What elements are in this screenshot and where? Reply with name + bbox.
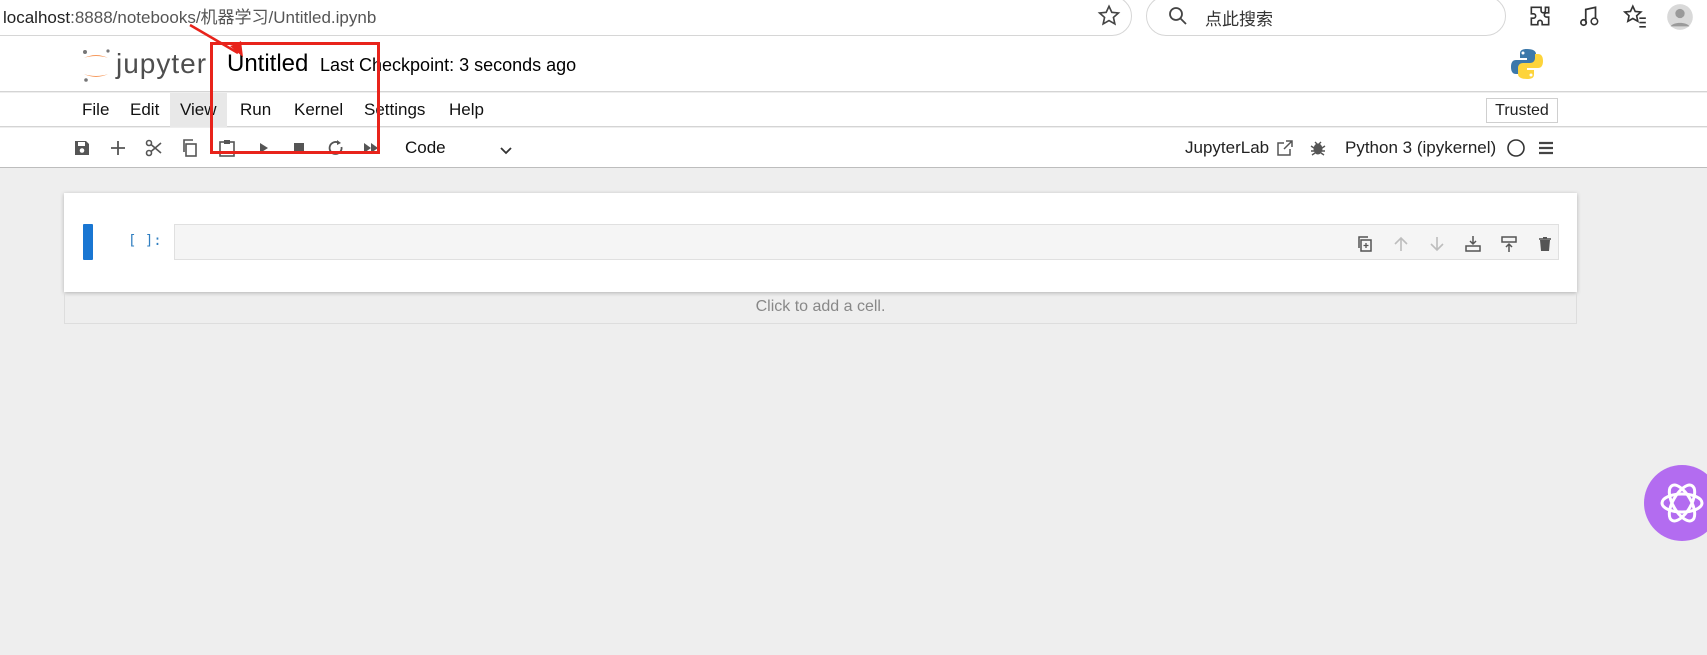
media-icon[interactable] [1576, 3, 1602, 29]
move-up-icon[interactable] [1391, 234, 1411, 254]
jupyter-logo-text: jupyter [116, 48, 208, 79]
duplicate-cell-icon[interactable] [1355, 234, 1375, 254]
code-cell[interactable]: [ ]: [64, 193, 1577, 292]
hamburger-menu-icon[interactable] [1536, 138, 1556, 158]
menu-help[interactable]: Help [439, 93, 494, 127]
trusted-indicator[interactable]: Trusted [1486, 98, 1558, 123]
cell-collapser[interactable] [83, 224, 93, 260]
delete-cell-icon[interactable] [1535, 234, 1555, 254]
debugger-bug-icon[interactable] [1308, 138, 1328, 158]
menu-file[interactable]: File [72, 93, 119, 127]
external-link-icon[interactable] [1275, 138, 1295, 158]
browser-search-box[interactable] [1146, 0, 1506, 36]
menu-edit[interactable]: Edit [120, 93, 169, 127]
cell-type-select[interactable]: Code [402, 136, 520, 160]
favorite-star-icon[interactable] [1096, 3, 1122, 29]
add-cell-icon[interactable] [108, 138, 128, 158]
assistant-button[interactable] [1644, 465, 1707, 541]
address-bar[interactable]: localhost:8888/notebooks/机器学习/Untitled.i… [0, 0, 1132, 36]
copy-icon[interactable] [180, 138, 200, 158]
cell-editor[interactable] [174, 224, 1559, 260]
move-down-icon[interactable] [1427, 234, 1447, 254]
cell-type-value: Code [405, 138, 446, 157]
chevron-down-icon [500, 147, 512, 155]
search-placeholder: 点此搜索 [1205, 10, 1273, 29]
browser-toolbar: localhost:8888/notebooks/机器学习/Untitled.i… [0, 0, 1707, 38]
input-prompt: [ ]: [128, 233, 162, 249]
url-text: localhost:8888/notebooks/机器学习/Untitled.i… [3, 3, 376, 28]
open-jupyterlab-link[interactable]: JupyterLab [1185, 138, 1269, 158]
url-host: localhost [3, 8, 71, 27]
cut-icon[interactable] [144, 138, 164, 158]
kernel-name[interactable]: Python 3 (ipykernel) [1345, 138, 1496, 158]
favorites-icon[interactable] [1622, 3, 1648, 29]
save-icon[interactable] [72, 138, 92, 158]
url-path: :8888/notebooks/机器学习/Untitled.ipynb [70, 8, 377, 27]
insert-cell-below-icon[interactable] [1499, 234, 1519, 254]
search-icon [1169, 7, 1187, 25]
annotation-highlight-box [210, 42, 380, 154]
profile-avatar-icon[interactable] [1666, 3, 1694, 31]
python-logo-icon [1511, 49, 1543, 79]
add-cell-hint[interactable]: Click to add a cell. [64, 292, 1577, 324]
extensions-icon[interactable] [1527, 3, 1553, 29]
insert-cell-above-icon[interactable] [1463, 234, 1483, 254]
kernel-status-circle-icon [1507, 139, 1525, 157]
jupyterlab-label: JupyterLab [1185, 138, 1270, 157]
openai-logo-icon [1660, 483, 1704, 523]
